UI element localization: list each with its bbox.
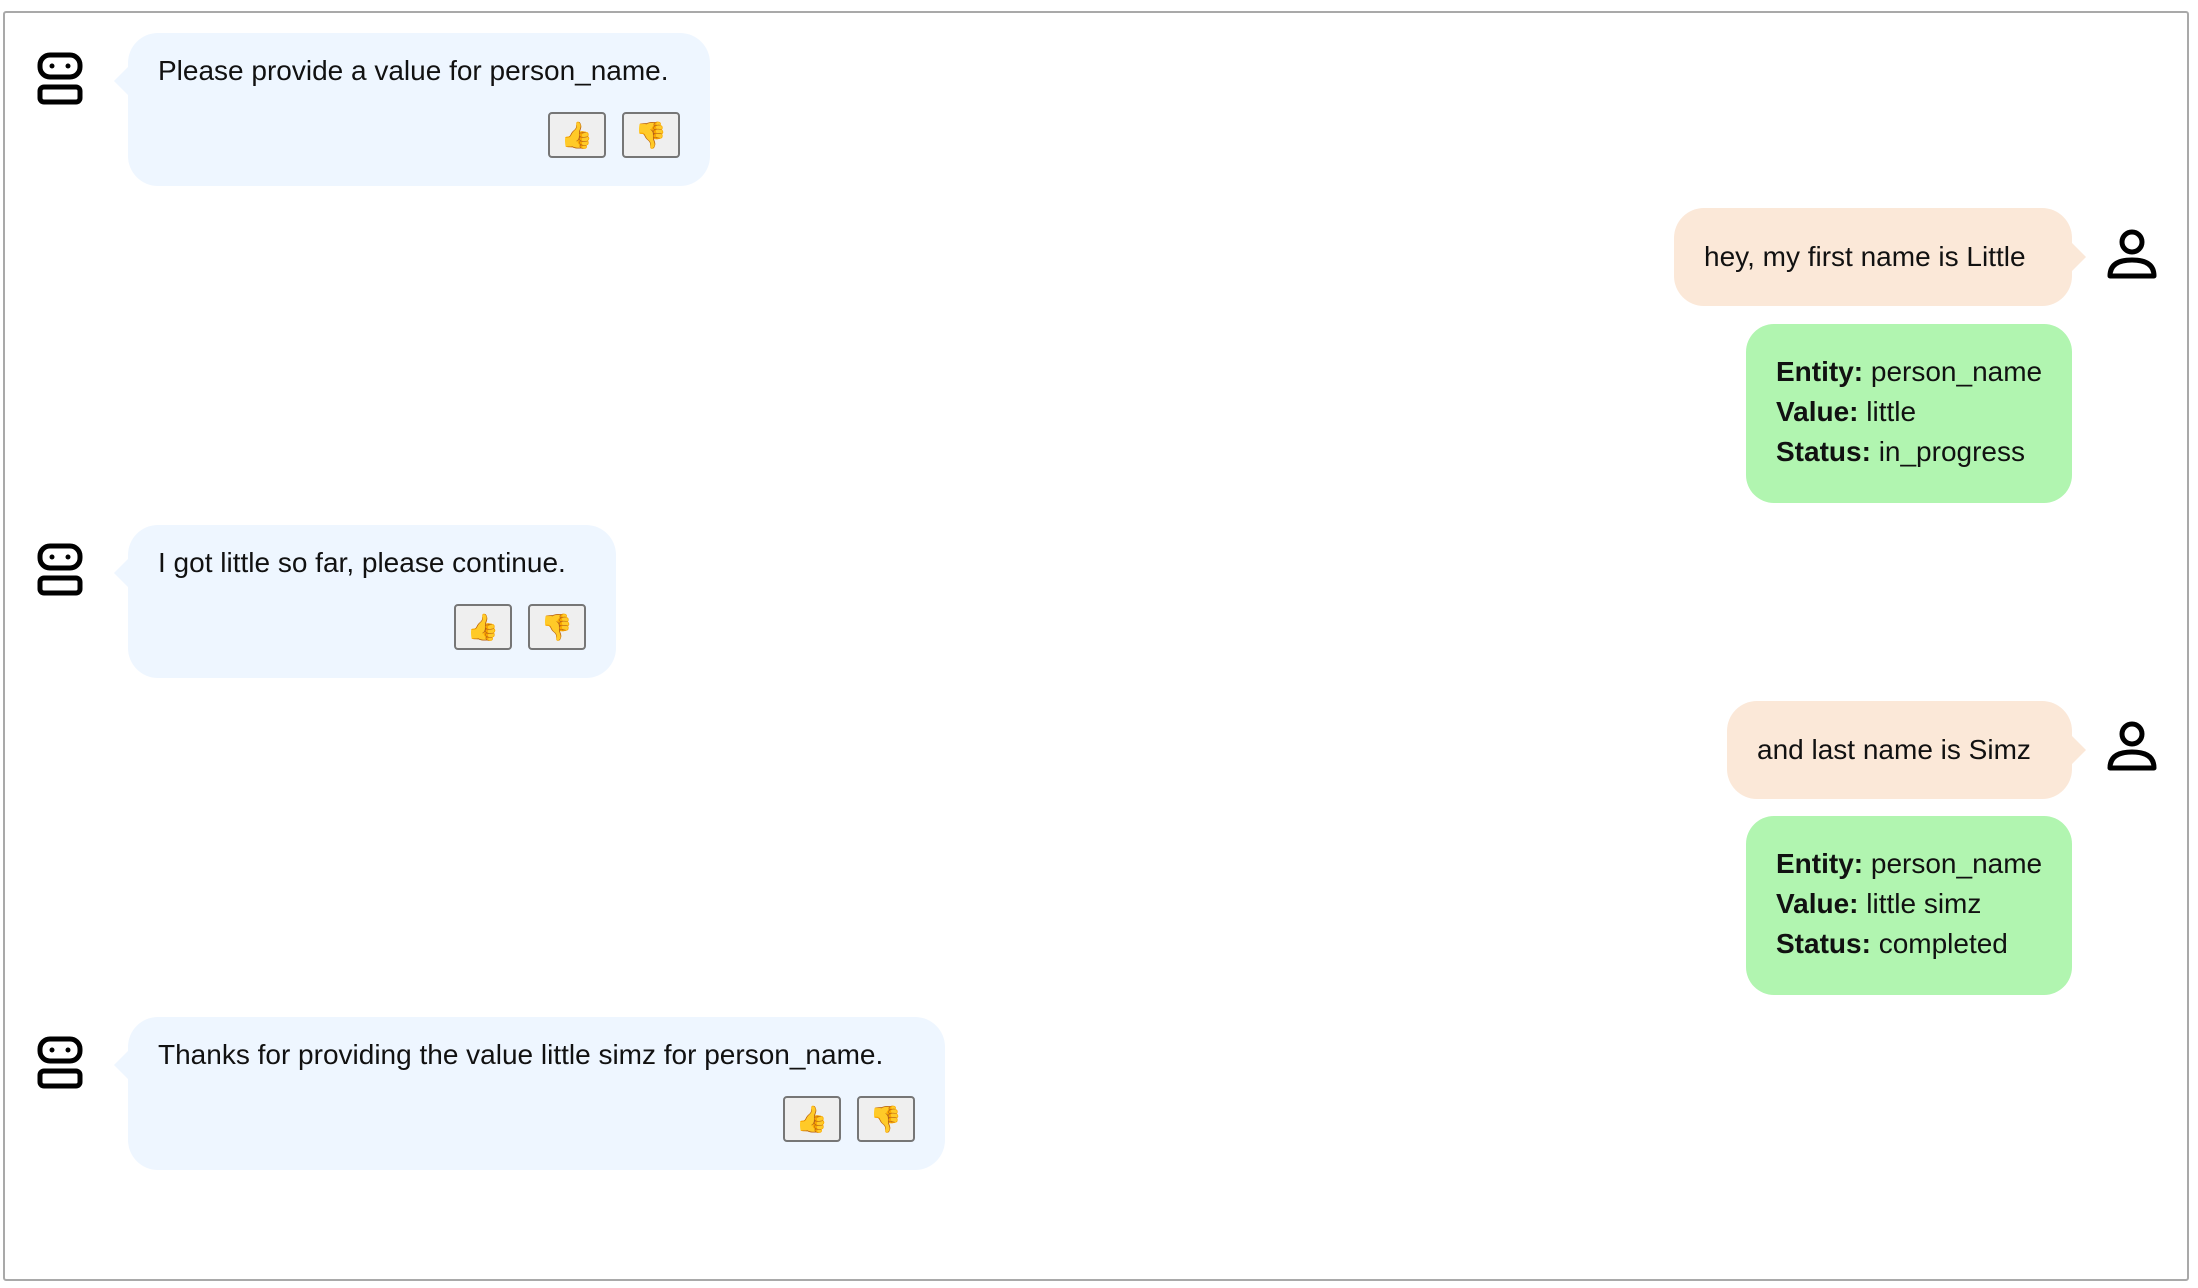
status-value: completed (1878, 928, 2008, 959)
person-icon (2104, 718, 2160, 774)
status-row: Status: completed (1776, 924, 2042, 964)
entity-label: Entity: (1776, 356, 1864, 387)
entity-status-card: Entity: person_name Value: little simz S… (1746, 816, 2072, 995)
person-icon (2104, 226, 2160, 282)
entity-row: Entity: person_name (1776, 844, 2042, 884)
feedback-buttons: 👍 👎 (548, 112, 680, 158)
bot-message-text: I got little so far, please continue. (158, 547, 566, 578)
status-label: Status: (1776, 436, 1871, 467)
thumbs-down-button[interactable]: 👎 (528, 604, 586, 650)
bot-message-text: Thanks for providing the value little si… (158, 1039, 884, 1070)
bot-message: I got little so far, please continue. 👍 … (114, 525, 616, 678)
thumbs-down-button[interactable]: 👎 (857, 1096, 915, 1142)
entity-label: Entity: (1776, 848, 1864, 879)
feedback-buttons: 👍 👎 (454, 604, 586, 650)
thumbs-up-button[interactable]: 👍 (454, 604, 512, 650)
thumbs-up-button[interactable]: 👍 (783, 1096, 841, 1142)
entity-value: person_name (1870, 848, 2043, 879)
value-label: Value: (1776, 396, 1859, 427)
bot-message-text: Please provide a value for person_name. (158, 55, 669, 86)
thumbs-down-button[interactable]: 👎 (622, 112, 680, 158)
robot-icon (32, 50, 88, 106)
value-row: Value: little simz (1776, 884, 2042, 924)
slot-value: little (1866, 396, 1917, 427)
user-message: and last name is Simz (1727, 701, 2086, 799)
thumbs-up-button[interactable]: 👍 (548, 112, 606, 158)
user-message: hey, my first name is Little (1674, 208, 2086, 306)
bot-message: Thanks for providing the value little si… (114, 1017, 945, 1170)
user-message-text: hey, my first name is Little (1704, 241, 2026, 272)
robot-icon (32, 541, 88, 597)
robot-icon (32, 1034, 88, 1090)
entity-row: Entity: person_name (1776, 352, 2042, 392)
status-label: Status: (1776, 928, 1871, 959)
entity-status-card: Entity: person_name Value: little Status… (1746, 324, 2072, 503)
status-value: in_progress (1878, 436, 2025, 467)
entity-value: person_name (1870, 356, 2043, 387)
feedback-buttons: 👍 👎 (783, 1096, 915, 1142)
value-label: Value: (1776, 888, 1859, 919)
slot-value: little simz (1866, 888, 1982, 919)
value-row: Value: little (1776, 392, 2042, 432)
user-message-text: and last name is Simz (1757, 734, 2031, 765)
bot-message: Please provide a value for person_name. … (114, 33, 710, 186)
status-row: Status: in_progress (1776, 432, 2042, 472)
